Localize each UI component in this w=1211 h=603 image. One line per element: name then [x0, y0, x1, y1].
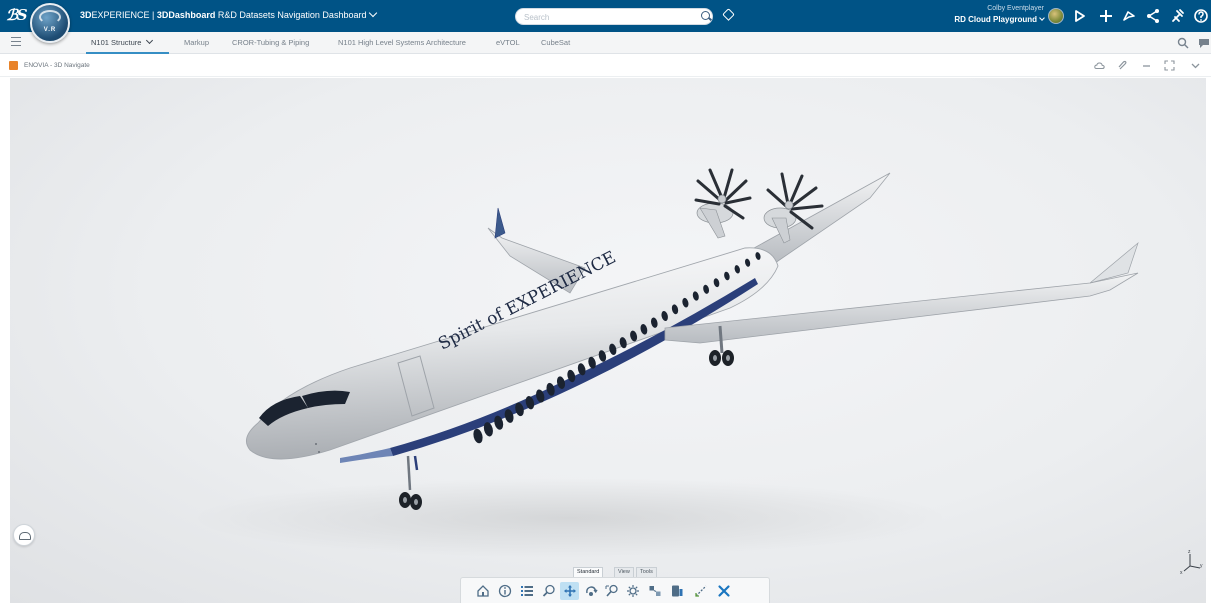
- tenant-selector[interactable]: RD Cloud Playground: [954, 14, 1045, 25]
- model-shadow: [190, 478, 950, 558]
- tab-cubesat[interactable]: CubeSat: [541, 38, 570, 47]
- nose-sensor: [318, 451, 320, 453]
- axis-x-label: x: [1180, 570, 1183, 574]
- dashboard-name: R&D Datasets Navigation Dashboard: [215, 10, 367, 20]
- share-icon[interactable]: [1073, 8, 1087, 27]
- chevron-down-icon: [369, 8, 378, 18]
- action-tab-view[interactable]: View: [614, 567, 634, 577]
- tab-label: N101 Structure: [91, 38, 142, 47]
- dashboard-tab-bar: N101 Structure Markup CROR-Tubing & Pipi…: [0, 32, 1211, 54]
- tab-evtol[interactable]: eVTOL: [496, 38, 520, 47]
- help-icon[interactable]: [1194, 8, 1208, 27]
- axis-y-label: y: [1200, 563, 1203, 569]
- search-icon[interactable]: [701, 11, 710, 20]
- search-box[interactable]: [515, 8, 713, 25]
- tab-n101-structure[interactable]: N101 Structure: [91, 36, 154, 47]
- user-menu[interactable]: Colby Eventplayer RD Cloud Playground: [954, 3, 1045, 25]
- chevron-down-icon: [1039, 15, 1045, 21]
- zoom-icon[interactable]: [539, 582, 558, 600]
- axis-z-label: z: [1188, 549, 1191, 555]
- action-tab-tools[interactable]: Tools: [636, 567, 657, 577]
- info-icon[interactable]: [495, 582, 514, 600]
- measure-icon[interactable]: [691, 582, 710, 600]
- pan-icon[interactable]: [560, 582, 579, 600]
- active-tab-indicator: [86, 52, 169, 54]
- collaborate-icon[interactable]: [1122, 8, 1136, 27]
- tree-list-icon[interactable]: [517, 582, 536, 600]
- aircraft-model[interactable]: Spirit of EXPERIENCE: [10, 78, 1206, 603]
- add-icon[interactable]: [1099, 8, 1113, 27]
- cloud-icon[interactable]: [1094, 60, 1105, 75]
- explode-icon[interactable]: [645, 582, 664, 600]
- compass-ring: [39, 10, 61, 24]
- tenant-label: RD Cloud Playground: [954, 15, 1037, 24]
- compass-label: V.R: [43, 27, 57, 33]
- cabin-window: [473, 428, 483, 444]
- user-name: Colby Eventplayer: [987, 5, 1044, 12]
- reframe-icon[interactable]: [13, 524, 35, 546]
- brand-mid: EXPERIENCE |: [91, 10, 157, 20]
- compass-icon[interactable]: V.R: [30, 3, 70, 43]
- ds-logo[interactable]: ℬS: [6, 6, 28, 24]
- tab-markup[interactable]: Markup: [184, 38, 209, 47]
- nose-sensor: [315, 443, 317, 445]
- rotate-icon[interactable]: [581, 582, 600, 600]
- widget-header: ENOVIA - 3D Navigate: [0, 55, 1211, 77]
- zoom-area-icon[interactable]: [602, 582, 621, 600]
- avatar[interactable]: [1048, 8, 1064, 24]
- filter-icon[interactable]: [1177, 37, 1189, 52]
- tab-n101-high-level-systems-architecture[interactable]: N101 High Level Systems Architecture: [338, 38, 466, 47]
- close-icon[interactable]: [714, 582, 733, 600]
- maximize-icon[interactable]: [1164, 60, 1175, 75]
- open-rotor-engine-left[interactable]: [694, 168, 752, 239]
- top-bar: ℬS V.R 3DEXPERIENCE | 3DDashboard R&D Da…: [0, 0, 1211, 43]
- brand-prefix: 3D: [80, 10, 92, 20]
- left-winglet[interactable]: [494, 207, 506, 239]
- enovia-app-icon: [9, 61, 18, 70]
- brand-app: 3DDashboard: [156, 10, 216, 20]
- chevron-down-icon[interactable]: [1190, 60, 1201, 75]
- chat-icon[interactable]: [1198, 37, 1210, 52]
- pin-icon[interactable]: [1117, 60, 1128, 75]
- tools-icon[interactable]: [1171, 8, 1185, 27]
- action-tab-standard[interactable]: Standard: [573, 567, 604, 577]
- fit-all-icon[interactable]: [623, 582, 642, 600]
- search-input[interactable]: [524, 11, 694, 23]
- widget-title: ENOVIA - 3D Navigate: [24, 62, 90, 69]
- section-icon[interactable]: [667, 582, 686, 600]
- share-network-icon[interactable]: [1146, 8, 1160, 27]
- tag-icon[interactable]: [722, 8, 735, 21]
- fuselage[interactable]: [245, 247, 779, 460]
- dashboard-title[interactable]: 3DEXPERIENCE | 3DDashboard R&D Datasets …: [80, 8, 378, 20]
- chevron-down-icon[interactable]: [146, 36, 154, 45]
- livery-stripe-fade: [340, 448, 393, 463]
- home-view-icon[interactable]: [473, 582, 492, 600]
- action-bar: [460, 577, 770, 603]
- tab-cror-tubing-piping[interactable]: CROR-Tubing & Piping: [232, 38, 309, 47]
- minimize-icon[interactable]: [1141, 60, 1152, 75]
- 3d-viewport[interactable]: Spirit of EXPERIENCE z y x: [10, 78, 1206, 603]
- axis-triad: z y x: [1180, 549, 1203, 574]
- menu-icon[interactable]: [11, 37, 21, 47]
